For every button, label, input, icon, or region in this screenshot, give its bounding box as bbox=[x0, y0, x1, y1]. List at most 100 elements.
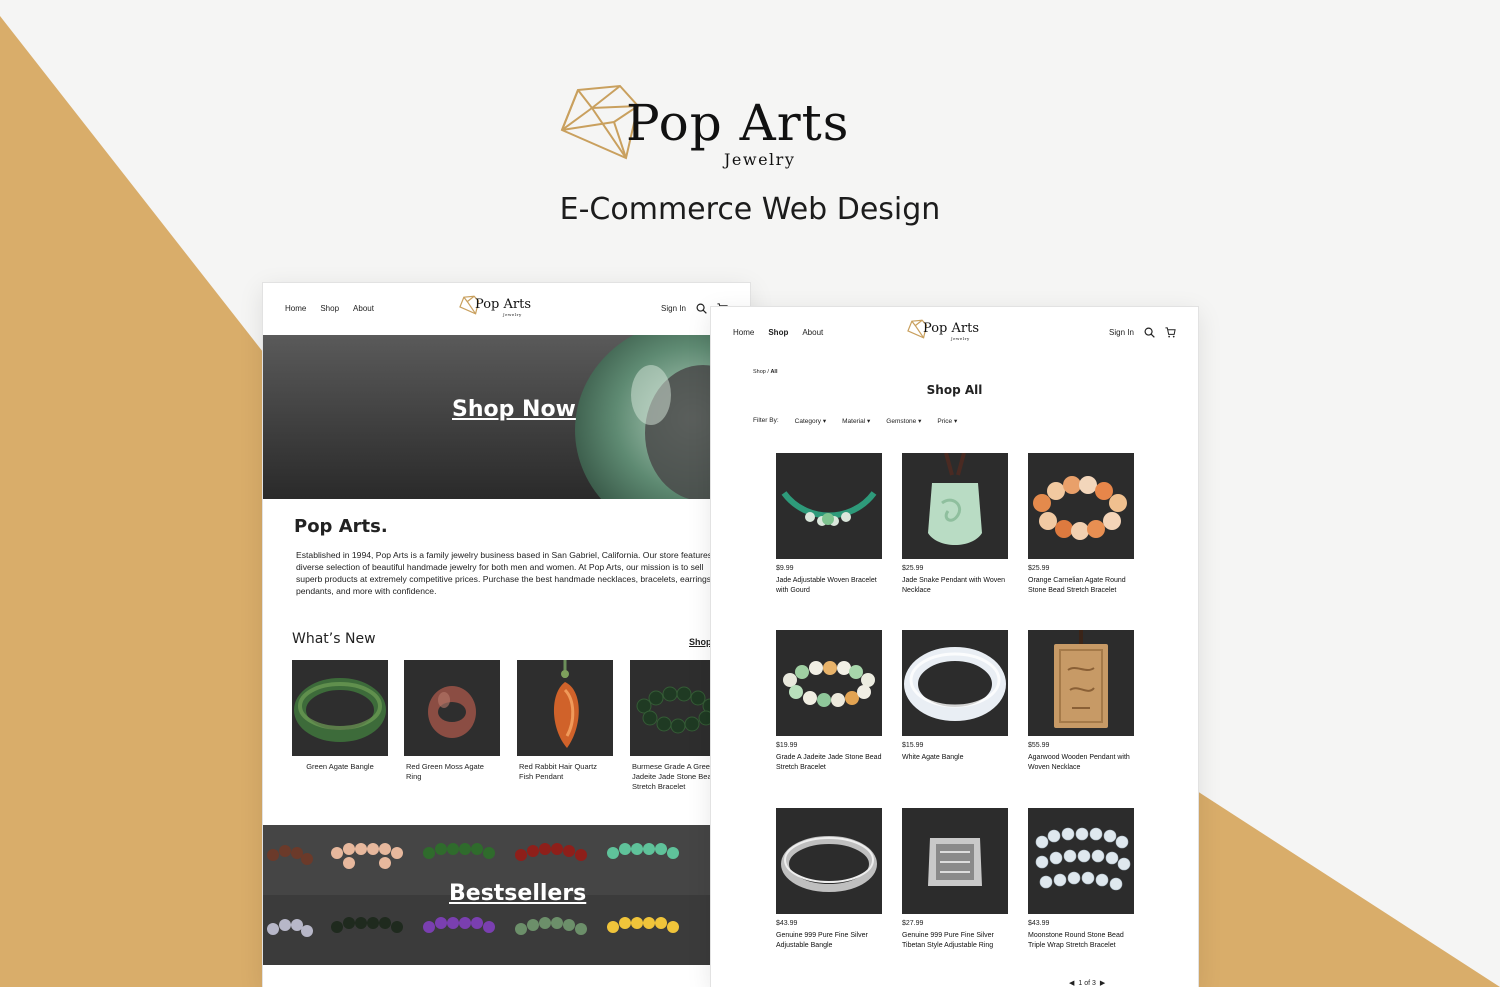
nav-home-link[interactable]: Home bbox=[285, 304, 306, 313]
product-card[interactable]: $27.99 Genuine 999 Pure Fine Silver Tibe… bbox=[902, 808, 1008, 951]
shop-title: Shop All bbox=[926, 383, 983, 397]
filter-gemstone-dropdown[interactable]: Gemstone ▾ bbox=[886, 417, 921, 425]
bestsellers-button[interactable]: Bestsellers bbox=[449, 881, 586, 906]
next-page-icon[interactable]: ▶ bbox=[1100, 979, 1105, 987]
fish-pendant-image bbox=[553, 660, 579, 748]
pagination: ◀ 1 of 3 ▶ bbox=[1069, 979, 1105, 987]
bestsellers-banner[interactable]: Bestsellers bbox=[263, 825, 750, 965]
nav-logo-name: Pop Arts bbox=[475, 297, 531, 312]
product-name: Green Agate Bangle bbox=[306, 762, 374, 771]
ring-image bbox=[428, 686, 476, 738]
nav-logo-sub: Jewelry bbox=[951, 336, 970, 341]
nav-logo-name: Pop Arts bbox=[923, 321, 979, 336]
whats-new-shop-link[interactable]: Shop bbox=[689, 637, 712, 647]
nav-shop-link[interactable]: Shop bbox=[768, 328, 788, 337]
product-card[interactable]: $43.99 Genuine 999 Pure Fine Silver Adju… bbox=[776, 808, 882, 951]
product-price: $43.99 bbox=[776, 920, 798, 927]
product-image[interactable] bbox=[517, 660, 613, 756]
product-price: $19.99 bbox=[776, 742, 798, 749]
nav-logo[interactable]: Pop Arts Jewelry bbox=[459, 295, 559, 323]
about-title: Pop Arts. bbox=[294, 516, 388, 537]
about-text: Established in 1994, Pop Arts is a famil… bbox=[296, 550, 714, 596]
product-card[interactable]: Red Green Moss Agate Ring bbox=[404, 660, 500, 782]
product-name[interactable]: Genuine 999 Pure Fine Silver Adjustable … bbox=[776, 931, 882, 951]
product-image[interactable] bbox=[902, 630, 1008, 736]
sign-in-link[interactable]: Sign In bbox=[661, 304, 686, 313]
product-card[interactable]: $25.99 Jade Snake Pendant with Woven Nec… bbox=[902, 453, 1008, 596]
product-card[interactable]: Red Rabbit Hair Quartz Fish Pendant bbox=[517, 660, 613, 782]
home-nav-bar: Home Shop About Pop Arts Jewelry Sign In bbox=[263, 283, 750, 335]
product-card[interactable]: $15.99 White Agate Bangle bbox=[902, 630, 1008, 763]
search-icon[interactable] bbox=[696, 303, 707, 314]
product-name[interactable]: Orange Carnelian Agate Round Stone Bead … bbox=[1028, 576, 1134, 596]
nav-logo-sub: Jewelry bbox=[503, 312, 522, 317]
product-card[interactable]: $43.99 Moonstone Round Stone Bead Triple… bbox=[1028, 808, 1134, 951]
shop-now-button[interactable]: Shop Now bbox=[452, 397, 576, 422]
silver-ring-image bbox=[928, 838, 982, 886]
product-image[interactable] bbox=[776, 453, 882, 559]
product-card[interactable]: $19.99 Grade A Jadeite Jade Stone Bead S… bbox=[776, 630, 882, 773]
product-name[interactable]: White Agate Bangle bbox=[902, 753, 1008, 763]
product-name: Red Rabbit Hair Quartz Fish Pendant bbox=[519, 762, 597, 781]
whats-new-title: What’s New bbox=[292, 631, 376, 647]
home-page-mockup: Home Shop About Pop Arts Jewelry Sign In bbox=[263, 283, 750, 987]
filter-category-dropdown[interactable]: Category ▾ bbox=[795, 417, 826, 425]
breadcrumb: Shop / All bbox=[753, 369, 777, 375]
prev-page-icon[interactable]: ◀ bbox=[1069, 979, 1074, 987]
product-price: $25.99 bbox=[1028, 565, 1050, 572]
product-card[interactable]: Green Agate Bangle bbox=[292, 660, 388, 772]
product-card[interactable]: $9.99 Jade Adjustable Woven Bracelet wit… bbox=[776, 453, 882, 596]
product-image[interactable] bbox=[776, 630, 882, 736]
jade-pendant-image bbox=[928, 453, 982, 545]
product-image[interactable] bbox=[902, 453, 1008, 559]
shop-page-mockup: Home Shop About Pop Arts Jewelry Sign In… bbox=[711, 307, 1198, 987]
carnelian-bracelet-image bbox=[1033, 476, 1127, 540]
product-price: $27.99 bbox=[902, 920, 924, 927]
filter-price-dropdown[interactable]: Price ▾ bbox=[937, 417, 957, 425]
product-price: $55.99 bbox=[1028, 742, 1050, 749]
product-name[interactable]: Grade A Jadeite Jade Stone Bead Stretch … bbox=[776, 753, 882, 773]
silver-bangle-image bbox=[781, 836, 877, 892]
product-name[interactable]: Moonstone Round Stone Bead Triple Wrap S… bbox=[1028, 931, 1134, 951]
product-name[interactable]: Jade Snake Pendant with Woven Necklace bbox=[902, 576, 1008, 596]
nav-logo[interactable]: Pop Arts Jewelry bbox=[907, 319, 1007, 347]
shop-nav-bar: Home Shop About Pop Arts Jewelry Sign In bbox=[711, 307, 1198, 359]
product-image[interactable] bbox=[1028, 453, 1134, 559]
product-price: $15.99 bbox=[902, 742, 924, 749]
product-name[interactable]: Genuine 999 Pure Fine Silver Tibetan Sty… bbox=[902, 931, 1008, 951]
product-price: $9.99 bbox=[776, 565, 794, 572]
breadcrumb-root[interactable]: Shop / bbox=[753, 369, 770, 375]
product-name[interactable]: Agarwood Wooden Pendant with Woven Neckl… bbox=[1028, 753, 1134, 773]
breadcrumb-current: All bbox=[770, 369, 778, 375]
nav-about-link[interactable]: About bbox=[353, 304, 374, 313]
product-image[interactable] bbox=[902, 808, 1008, 914]
product-name: Red Green Moss Agate Ring bbox=[406, 762, 484, 781]
white-bangle-image bbox=[904, 647, 1006, 721]
moonstone-bracelet-image bbox=[1035, 827, 1131, 891]
search-icon[interactable] bbox=[1144, 327, 1155, 338]
jadeite-bracelet-image bbox=[783, 661, 875, 707]
product-image[interactable] bbox=[404, 660, 500, 756]
filter-bar: Filter By: Category ▾ Material ▾ Gemston… bbox=[753, 417, 957, 425]
sign-in-link[interactable]: Sign In bbox=[1109, 328, 1134, 337]
page-headline: E-Commerce Web Design bbox=[559, 192, 941, 227]
product-card[interactable]: $25.99 Orange Carnelian Agate Round Ston… bbox=[1028, 453, 1134, 596]
bangle-image bbox=[294, 678, 386, 742]
brand-name: Pop Arts bbox=[626, 94, 850, 152]
product-image[interactable] bbox=[776, 808, 882, 914]
nav-home-link[interactable]: Home bbox=[733, 328, 754, 337]
product-image[interactable] bbox=[1028, 630, 1134, 736]
nav-shop-link[interactable]: Shop bbox=[320, 304, 339, 313]
filter-material-dropdown[interactable]: Material ▾ bbox=[842, 417, 870, 425]
wooden-pendant-image bbox=[1054, 630, 1108, 728]
nav-about-link[interactable]: About bbox=[802, 328, 823, 337]
brand-subtitle: Jewelry bbox=[724, 150, 796, 169]
product-name[interactable]: Jade Adjustable Woven Bracelet with Gour… bbox=[776, 576, 882, 596]
product-image[interactable] bbox=[292, 660, 388, 756]
product-price: $43.99 bbox=[1028, 920, 1050, 927]
cart-icon[interactable] bbox=[1165, 327, 1176, 338]
hero-banner[interactable]: Shop Now bbox=[263, 335, 750, 499]
product-card[interactable]: $55.99 Agarwood Wooden Pendant with Wove… bbox=[1028, 630, 1134, 773]
brand-logo: Pop Arts Jewelry bbox=[558, 80, 918, 172]
product-image[interactable] bbox=[1028, 808, 1134, 914]
